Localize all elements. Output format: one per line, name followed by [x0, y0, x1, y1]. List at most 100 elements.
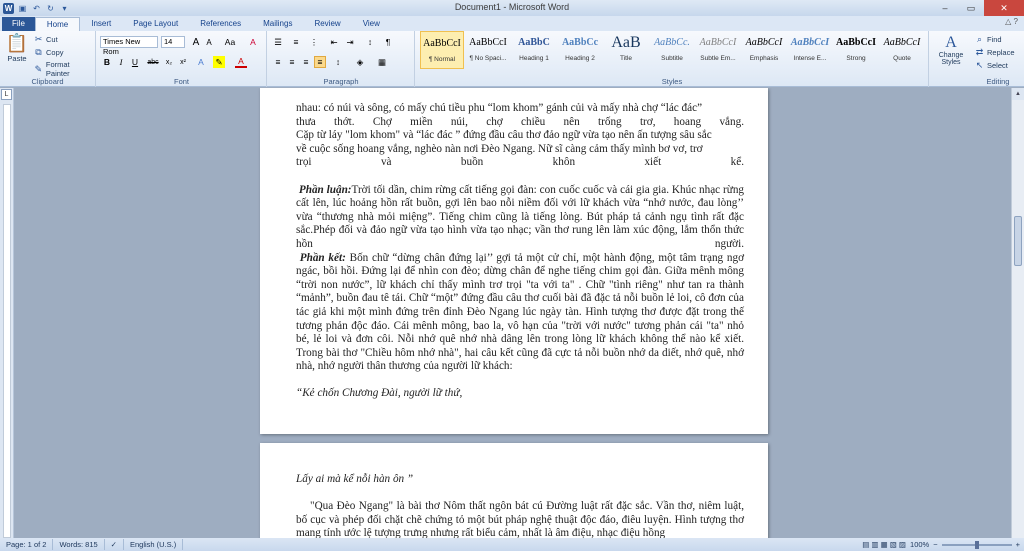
change-styles-button[interactable]: A Change Styles: [933, 34, 969, 66]
window-title: Document1 - Microsoft Word: [454, 2, 570, 12]
ribbon: 📋 Paste ✂ Cut ⧉ Copy ✎ Format Painter Clipb…: [0, 31, 1024, 87]
show-marks-icon[interactable]: ¶: [382, 36, 394, 48]
word-app-icon[interactable]: W: [3, 2, 14, 14]
font-size-combo[interactable]: 14: [161, 36, 185, 48]
scroll-up-icon[interactable]: ▲: [1012, 88, 1024, 100]
zoom-slider-knob[interactable]: [974, 540, 979, 549]
replace-button[interactable]: ⇄ Replace: [974, 47, 1015, 58]
align-left-icon[interactable]: ≡: [272, 56, 284, 68]
change-case-button[interactable]: Aa: [221, 36, 239, 48]
page-1-text[interactable]: nhau: có núi và sông, có mấy chú tiều ph…: [296, 102, 744, 401]
format-painter-button[interactable]: ✎ Format Painter: [33, 60, 95, 78]
italic-button[interactable]: I: [115, 56, 127, 68]
page-2[interactable]: Lấy ai mà kể nỗi hàn ôn ” "Qua Đèo Ngang…: [260, 443, 768, 538]
style-strong[interactable]: AaBbCcI Strong: [834, 31, 878, 69]
decrease-indent-icon[interactable]: ⇤: [328, 36, 340, 48]
proofing-icon[interactable]: ✓: [105, 539, 124, 550]
line-spacing-icon[interactable]: ↕: [332, 56, 344, 68]
word-count[interactable]: Words: 815: [53, 539, 105, 550]
style-quote[interactable]: AaBbCcI Quote: [880, 31, 924, 69]
change-styles-icon: A: [945, 34, 957, 51]
numbering-icon[interactable]: ≡: [290, 36, 302, 48]
cut-button[interactable]: ✂ Cut: [33, 34, 58, 45]
style-heading-2[interactable]: AaBbCc Heading 2: [558, 31, 602, 69]
tab-home[interactable]: Home: [34, 17, 81, 31]
zoom-in-icon[interactable]: +: [1016, 540, 1020, 549]
view-buttons[interactable]: ▤ ▥ ▦ ▧ ▨: [862, 540, 906, 549]
replace-icon: ⇄: [975, 47, 984, 57]
superscript-button[interactable]: x²: [177, 56, 189, 68]
select-button[interactable]: ↖ Select: [974, 60, 1008, 71]
tab-insert[interactable]: Insert: [80, 17, 122, 31]
tab-file[interactable]: File: [2, 17, 35, 31]
strikethrough-button[interactable]: abc: [147, 56, 159, 68]
help-icon[interactable]: △ ?: [1005, 17, 1018, 26]
save-icon[interactable]: ▣: [17, 3, 28, 14]
zoom-slider[interactable]: [941, 540, 1012, 549]
tab-selector[interactable]: L: [1, 89, 12, 100]
font-color-icon[interactable]: A: [235, 56, 247, 68]
bullets-icon[interactable]: ☰: [272, 36, 284, 48]
align-center-icon[interactable]: ≡: [286, 56, 298, 68]
scroll-thumb[interactable]: [1014, 216, 1022, 266]
page-1[interactable]: nhau: có núi và sông, có mấy chú tiều ph…: [260, 88, 768, 434]
undo-icon[interactable]: ↶: [31, 3, 42, 14]
multilevel-list-icon[interactable]: ⋮: [308, 36, 320, 48]
tab-page-layout[interactable]: Page Layout: [122, 17, 189, 31]
document-area[interactable]: nhau: có núi và sông, có mấy chú tiều ph…: [15, 88, 1011, 538]
highlight-icon[interactable]: ✎: [213, 56, 225, 68]
clear-formatting-button[interactable]: A: [247, 36, 259, 48]
style-title[interactable]: AaB Title: [604, 31, 648, 69]
quick-access-toolbar: W ▣ ↶ ↻ ▾: [0, 2, 70, 14]
redo-icon[interactable]: ↻: [45, 3, 56, 14]
zoom-level[interactable]: 100%: [910, 540, 929, 549]
font-name-combo[interactable]: Times New Rom: [100, 36, 158, 56]
sort-icon[interactable]: ↕: [364, 36, 376, 48]
style-subtle-emphasis[interactable]: AaBbCcI Subtle Em...: [696, 31, 740, 69]
increase-indent-icon[interactable]: ⇥: [344, 36, 356, 48]
close-button[interactable]: ✕: [984, 0, 1024, 16]
tab-mailings[interactable]: Mailings: [252, 17, 303, 31]
language-indicator[interactable]: English (U.S.): [124, 539, 184, 550]
style-intense-emphasis[interactable]: AaBbCcI Intense E...: [788, 31, 832, 69]
copy-icon: ⧉: [35, 47, 42, 57]
paragraph-line: về cuộc sống hoang vắng, nghèo nàn nơi Đ…: [296, 142, 703, 155]
justify-icon[interactable]: ≡: [314, 56, 326, 68]
find-button[interactable]: ⌕ Find: [974, 34, 1002, 45]
styles-label: Styles: [661, 77, 683, 86]
copy-button[interactable]: ⧉ Copy: [33, 47, 63, 58]
tab-view[interactable]: View: [352, 17, 391, 31]
maximize-button[interactable]: ▭: [958, 0, 984, 16]
font-label: Font: [173, 77, 189, 86]
minimize-button[interactable]: –: [932, 0, 958, 16]
editing-label: Editing: [986, 77, 1010, 86]
body-label: Phần luận:: [298, 183, 352, 196]
style-heading-1[interactable]: AaBbC Heading 1: [512, 31, 556, 69]
style-emphasis[interactable]: AaBbCcI Emphasis: [742, 31, 786, 69]
zoom-out-icon[interactable]: −: [933, 540, 937, 549]
grow-font-button[interactable]: A: [190, 36, 202, 48]
zoom-controls: ▤ ▥ ▦ ▧ ▨ 100% − +: [862, 540, 1020, 549]
paragraph-line: nhau: có núi và sông, có mấy chú tiều ph…: [296, 102, 703, 114]
text-effects-icon[interactable]: A: [195, 56, 207, 68]
subscript-button[interactable]: x₂: [163, 56, 175, 68]
shrink-font-button[interactable]: A: [203, 36, 215, 48]
style-subtitle[interactable]: AaBbCc. Subtitle: [650, 31, 694, 69]
bold-button[interactable]: B: [101, 56, 113, 68]
page-2-text[interactable]: Lấy ai mà kể nỗi hàn ôn ” "Qua Đèo Ngang…: [296, 473, 744, 538]
style-no-spacing[interactable]: AaBbCcI ¶ No Spaci...: [466, 31, 510, 69]
underline-button[interactable]: U: [129, 56, 141, 68]
style-normal[interactable]: AaBbCcI ¶ Normal: [420, 31, 464, 69]
shading-icon[interactable]: ◈: [354, 56, 366, 68]
binoculars-icon: ⌕: [976, 34, 983, 44]
tab-review[interactable]: Review: [303, 17, 351, 31]
customize-qat-icon[interactable]: ▾: [59, 3, 70, 14]
paste-button[interactable]: 📋 Paste: [4, 33, 30, 63]
vertical-ruler[interactable]: [3, 104, 11, 538]
page-count[interactable]: Page: 1 of 2: [0, 539, 54, 550]
tab-references[interactable]: References: [189, 17, 252, 31]
borders-icon[interactable]: ▦: [376, 56, 388, 68]
align-right-icon[interactable]: ≡: [300, 56, 312, 68]
select-icon: ↖: [975, 60, 984, 70]
vertical-scrollbar[interactable]: ▲: [1011, 88, 1024, 538]
